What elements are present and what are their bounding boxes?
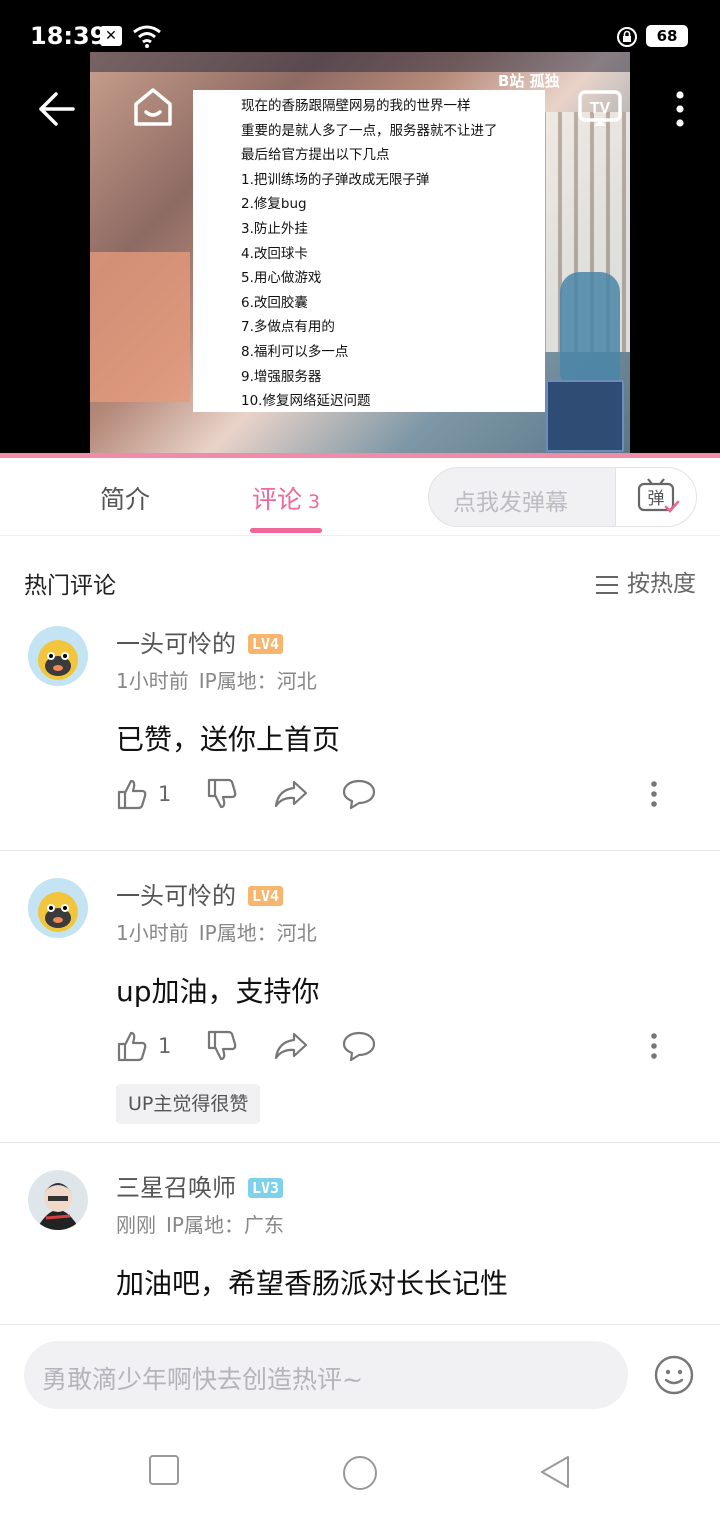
comment-username[interactable]: 一头可怜的 LV4 (116, 624, 284, 659)
danmaku-input[interactable]: 点我发弹幕 弹 (428, 467, 697, 527)
note-line: 最后给官方提出以下几点 (241, 147, 390, 164)
comment-ip: IP属地：广东 (166, 1213, 284, 1237)
reply-icon[interactable] (342, 1030, 376, 1062)
comment-divider (0, 850, 720, 851)
comment-time: 刚刚 (116, 1213, 156, 1237)
hot-comments-title: 热门评论 (24, 573, 116, 599)
home-icon[interactable] (132, 86, 174, 128)
note-line: 5.用心做游戏 (241, 270, 322, 287)
tab-intro[interactable]: 简介 (100, 480, 150, 516)
comment-text: 加油吧，希望香肠派对长长记性 (116, 1267, 509, 1300)
like-count: 1 (158, 782, 172, 806)
note-line: 2.修复bug (241, 196, 307, 213)
tab-comments[interactable]: 评论 3 (252, 480, 320, 516)
note-line: 4.改回球卡 (241, 245, 308, 262)
comment-text: up加油，支持你 (116, 975, 320, 1008)
comment-more-icon[interactable] (650, 780, 658, 808)
audio-icon[interactable] (500, 88, 540, 128)
avatar[interactable] (28, 626, 88, 686)
note-line: 3.防止外挂 (241, 220, 308, 237)
hot-comments-header: 热门评论 按热度 (0, 556, 720, 610)
avatar[interactable] (28, 878, 88, 938)
avatar[interactable] (28, 1170, 88, 1230)
note-line: 9.增强服务器 (241, 368, 322, 385)
status-bar: 18:39 ✕ 68 (0, 0, 720, 74)
home-nav-icon[interactable] (341, 1454, 379, 1492)
comment-username[interactable]: 三星召唤师 LV3 (116, 1168, 284, 1203)
dislike-icon[interactable] (206, 1030, 238, 1062)
back-nav-icon[interactable] (538, 1454, 572, 1490)
svg-text:弹: 弹 (648, 489, 665, 509)
status-time: 18:39 (30, 22, 107, 50)
comment-actions: 1 (116, 1030, 676, 1066)
comment-meta: 1小时前 IP属地：河北 (116, 917, 317, 946)
notification-x-icon: ✕ (100, 26, 122, 46)
note-line: 8.福利可以多一点 (241, 343, 349, 360)
comment-actions: 1 (116, 778, 676, 814)
tab-bar: 简介 评论 3 点我发弹幕 弹 (0, 458, 720, 536)
comment-time: 1小时前 (116, 669, 189, 693)
video-player[interactable]: B站 孤独 现在的香肠跟隔壁网易的我的世界一样 重要的是就人多了一点，服务器就不… (0, 0, 720, 456)
sort-button[interactable]: 按热度 (595, 564, 696, 598)
comments-count: 3 (308, 491, 321, 513)
dislike-icon[interactable] (206, 778, 238, 810)
like-count: 1 (158, 1034, 172, 1058)
comment-ip: IP属地：河北 (198, 921, 317, 945)
recents-icon[interactable] (148, 1454, 180, 1486)
back-icon[interactable] (38, 90, 76, 128)
battery-icon: 68 (646, 25, 688, 47)
video-text-overlay: 现在的香肠跟隔壁网易的我的世界一样 重要的是就人多了一点，服务器就不让进了 最后… (193, 90, 545, 412)
comment-text: 已赞，送你上首页 (116, 723, 341, 756)
emoji-icon[interactable] (652, 1353, 696, 1397)
level-badge: LV3 (248, 1178, 284, 1198)
danmaku-icon: 弹 (637, 478, 680, 513)
system-nav-bar (0, 1428, 720, 1520)
up-liked-badge: UP主觉得很赞 (116, 1084, 261, 1124)
note-line: 6.改回胶囊 (241, 294, 308, 311)
wifi-icon (133, 25, 161, 48)
comment-ip: IP属地：河北 (198, 669, 317, 693)
like-icon[interactable] (116, 778, 148, 810)
comment-compose-bar: 勇敢滴少年啊快去创造热评~ (0, 1324, 720, 1428)
tv-cast-icon[interactable]: TV (578, 88, 622, 128)
comment-input-placeholder: 勇敢滴少年啊快去创造热评~ (42, 1365, 363, 1394)
danmaku-toggle-button[interactable]: 弹 (615, 467, 697, 527)
comment-input[interactable]: 勇敢滴少年啊快去创造热评~ (24, 1341, 628, 1409)
level-badge: LV4 (248, 886, 284, 906)
share-icon[interactable] (274, 1030, 308, 1062)
svg-text:TV: TV (590, 100, 611, 117)
comment-meta: 刚刚 IP属地：广东 (116, 1209, 284, 1238)
share-icon[interactable] (274, 778, 308, 810)
comment-divider (0, 1142, 720, 1143)
comment-meta: 1小时前 IP属地：河北 (116, 665, 317, 694)
sort-icon (596, 575, 618, 594)
video-progress-bar[interactable] (0, 453, 720, 458)
comment-time: 1小时前 (116, 921, 189, 945)
reply-icon[interactable] (342, 778, 376, 810)
level-badge: LV4 (248, 634, 284, 654)
tab-active-indicator (250, 528, 322, 533)
game-minimap (546, 380, 624, 452)
note-line: 7.多做点有用的 (241, 319, 335, 336)
lock-rotation-icon (617, 27, 637, 47)
danmaku-placeholder: 点我发弹幕 (453, 490, 568, 516)
comment-more-icon[interactable] (650, 1032, 658, 1060)
note-line: 1.把训练场的子弹改成无限子弹 (241, 171, 430, 188)
sort-label: 按热度 (627, 571, 696, 597)
like-icon[interactable] (116, 1030, 148, 1062)
comment-username[interactable]: 一头可怜的 LV4 (116, 876, 284, 911)
tab-comments-label: 评论 (252, 485, 303, 514)
note-line: 10.修复网络延迟问题 (241, 393, 371, 410)
more-icon[interactable] (674, 90, 686, 128)
